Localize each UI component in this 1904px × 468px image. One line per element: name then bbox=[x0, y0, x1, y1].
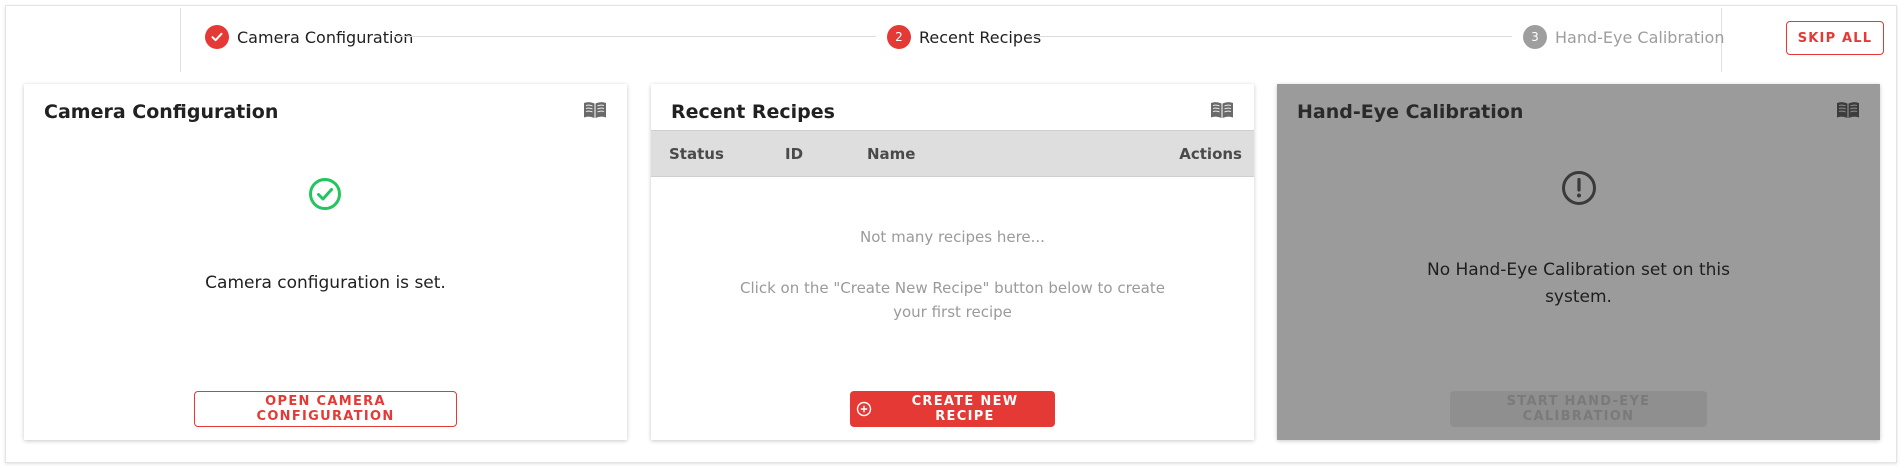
step-label: Hand-Eye Calibration bbox=[1555, 27, 1725, 47]
card-title: Hand-Eye Calibration bbox=[1297, 101, 1524, 123]
step-connector bbox=[1029, 36, 1512, 37]
camera-status-message: Camera configuration is set. bbox=[205, 273, 446, 293]
step-hand-eye-calibration[interactable]: 3 Hand-Eye Calibration bbox=[1523, 25, 1724, 49]
add-circle-icon bbox=[856, 401, 872, 417]
camera-configuration-card: Camera Configuration Camera configuratio… bbox=[24, 84, 627, 440]
step-label: Camera Configuration bbox=[237, 27, 414, 47]
column-header-status[interactable]: Status bbox=[669, 145, 724, 163]
empty-state-hint: Click on the "Create New Recipe" button … bbox=[740, 279, 1165, 321]
book-icon[interactable] bbox=[583, 101, 607, 119]
card-title: Camera Configuration bbox=[44, 101, 279, 123]
recipes-table-header: Status ID Name Actions bbox=[651, 130, 1254, 177]
open-camera-configuration-button[interactable]: OPEN CAMERA CONFIGURATION bbox=[194, 391, 457, 427]
skip-all-button[interactable]: SKIP ALL bbox=[1786, 21, 1884, 55]
step-connector bbox=[393, 36, 876, 37]
check-circle-icon bbox=[309, 178, 341, 210]
step-number: 3 bbox=[1523, 25, 1547, 49]
empty-state-title: Not many recipes here... bbox=[860, 228, 1045, 246]
step-camera-configuration[interactable]: Camera Configuration bbox=[205, 25, 413, 49]
recent-recipes-card: Recent Recipes Status ID Name Actions No… bbox=[651, 84, 1254, 440]
card-title: Recent Recipes bbox=[671, 101, 835, 123]
create-new-recipe-button[interactable]: CREATE NEW RECIPE bbox=[850, 391, 1055, 427]
hand-eye-calibration-card: Hand-Eye Calibration No Hand-Eye Calibra… bbox=[1277, 84, 1880, 440]
step-label: Recent Recipes bbox=[919, 27, 1042, 47]
check-icon bbox=[205, 25, 229, 49]
book-icon[interactable] bbox=[1210, 101, 1234, 119]
step-recent-recipes[interactable]: 2 Recent Recipes bbox=[887, 25, 1041, 49]
column-header-id[interactable]: ID bbox=[785, 145, 803, 163]
button-label: CREATE NEW RECIPE bbox=[911, 394, 1019, 424]
book-icon[interactable] bbox=[1836, 101, 1860, 119]
step-number: 2 bbox=[887, 25, 911, 49]
column-header-name[interactable]: Name bbox=[867, 145, 915, 163]
column-header-actions[interactable]: Actions bbox=[1179, 145, 1242, 163]
start-hand-eye-calibration-button[interactable]: START HAND-EYE CALIBRATION bbox=[1450, 391, 1707, 427]
handeye-status-message: No Hand-Eye Calibration set on this syst… bbox=[1427, 260, 1730, 307]
alert-circle-icon bbox=[1562, 171, 1596, 205]
